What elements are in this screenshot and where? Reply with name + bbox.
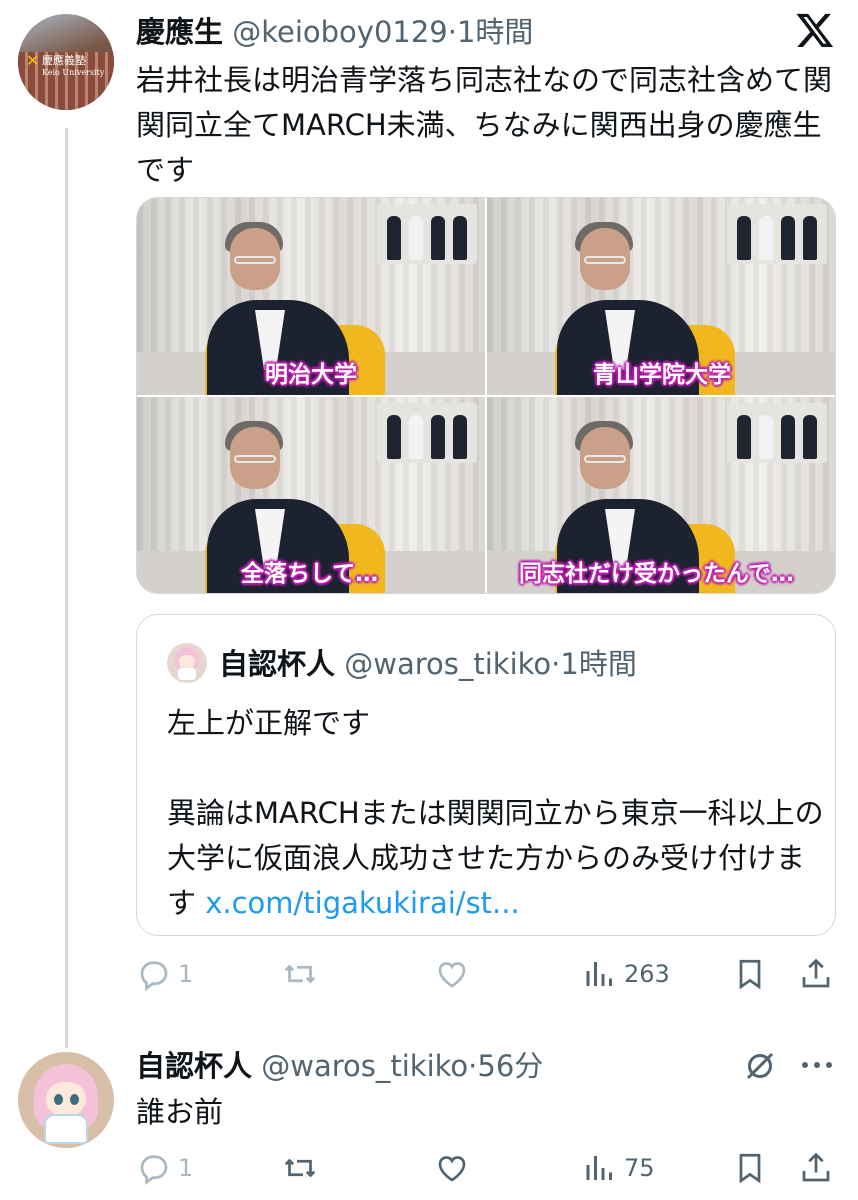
media-caption: 明治大学 — [265, 362, 357, 388]
retweet-button[interactable] — [282, 1148, 318, 1188]
media-caption: 青山学院大学 — [593, 362, 731, 388]
like-button[interactable] — [434, 954, 470, 994]
timestamp[interactable]: 1時間 — [457, 15, 533, 49]
reply-count: 1 — [178, 960, 194, 988]
media-image[interactable]: 青山学院大学 — [487, 198, 835, 395]
quoted-text: 左上が正解です 異論はMARCHまたは関関同立から東京一科以上の大学に仮面浪人成… — [167, 701, 827, 926]
tweet-actions: 1 263 — [136, 954, 836, 994]
views-icon — [586, 962, 612, 986]
view-count: 75 — [624, 1154, 655, 1182]
tweet-text: 岩井社長は明治青学落ち同志社なので同志社含めて関関同立全てMARCH未満、ちなみ… — [136, 63, 833, 187]
more-icon[interactable] — [800, 1058, 834, 1072]
share-button[interactable] — [798, 954, 834, 994]
reply-author-name[interactable]: 自認杯人 — [136, 1049, 252, 1083]
inset-video — [377, 403, 477, 463]
avatar-logo-subtext: Keio University — [42, 68, 105, 77]
separator-dot: · — [468, 1049, 478, 1083]
reply-actions: 1 75 — [136, 1148, 836, 1188]
like-icon — [438, 962, 466, 988]
media-caption: 全落ちして… — [241, 561, 379, 587]
reply-button[interactable]: 1 — [136, 954, 193, 994]
reply-text: 誰お前 — [136, 1095, 224, 1129]
inset-video — [377, 204, 477, 264]
quoted-avatar[interactable] — [167, 643, 207, 683]
like-button[interactable] — [434, 1148, 470, 1188]
author-name[interactable]: 慶應生 — [136, 15, 223, 49]
quoted-text-line: 左上が正解です — [167, 706, 371, 740]
inset-video — [727, 204, 827, 264]
reply-timestamp[interactable]: 56分 — [477, 1049, 543, 1083]
bookmark-icon — [739, 1153, 761, 1184]
thread-connector-line — [65, 128, 68, 1048]
reply-count: 1 — [178, 1154, 194, 1182]
reply-header: 自認杯人 @waros_tikiko·56分 — [136, 1046, 543, 1086]
reply-author-handle[interactable]: @waros_tikiko — [261, 1049, 468, 1083]
quoted-header: 自認杯人 @waros_tikiko·1時間 — [219, 644, 637, 684]
quoted-author-name[interactable]: 自認杯人 — [219, 647, 335, 681]
x-logo-icon — [796, 13, 834, 48]
share-icon — [802, 958, 830, 988]
quoted-author-handle[interactable]: @waros_tikiko — [344, 647, 551, 681]
share-button[interactable] — [798, 1148, 834, 1188]
tweet-header: 慶應生 @keioboy0129·1時間 — [136, 12, 533, 52]
retweet-button[interactable] — [282, 954, 318, 994]
inset-video — [727, 403, 827, 463]
retweet-icon — [284, 1158, 316, 1178]
quoted-text-paragraph: 異論はMARCHまたは関関同立から東京一科以上の大学に仮面浪人成功させた方からの… — [167, 791, 827, 926]
media-caption: 同志社だけ受かったんで… — [519, 561, 794, 587]
separator-dot: · — [447, 15, 457, 49]
avatar-logo-text: 慶應義塾 — [42, 54, 86, 67]
media-image[interactable]: 同志社だけ受かったんで… — [487, 397, 835, 593]
reply-button[interactable]: 1 — [136, 1148, 193, 1188]
bookmark-button[interactable] — [732, 1148, 768, 1188]
view-count: 263 — [624, 960, 670, 988]
quoted-tweet[interactable]: 自認杯人 @waros_tikiko·1時間 左上が正解です 異論はMARCHま… — [136, 614, 836, 936]
share-icon — [802, 1152, 830, 1182]
views-icon — [586, 1156, 612, 1180]
author-handle[interactable]: @keioboy0129 — [232, 15, 448, 49]
separator-dot: · — [551, 647, 561, 681]
like-icon — [438, 1156, 466, 1182]
bookmark-icon — [739, 959, 761, 990]
avatar[interactable]: ✕ 慶應義塾 Keio University — [18, 14, 114, 110]
bookmark-button[interactable] — [732, 954, 768, 994]
retweet-icon — [284, 964, 316, 984]
quoted-link[interactable]: x.com/tigakukirai/st... — [205, 886, 519, 920]
media-grid[interactable]: 明治大学 青山学院大学 全落ちして… 同志社だけ受かったんで… — [136, 197, 836, 594]
views-button[interactable]: 263 — [582, 954, 670, 994]
reply-icon — [140, 1155, 168, 1185]
quoted-timestamp[interactable]: 1時間 — [560, 647, 636, 681]
media-image[interactable]: 明治大学 — [137, 198, 485, 395]
reply-icon — [140, 961, 168, 991]
grok-icon[interactable] — [742, 1048, 778, 1084]
views-button[interactable]: 75 — [582, 1148, 655, 1188]
avatar[interactable] — [18, 1052, 114, 1148]
media-image[interactable]: 全落ちして… — [137, 397, 485, 593]
